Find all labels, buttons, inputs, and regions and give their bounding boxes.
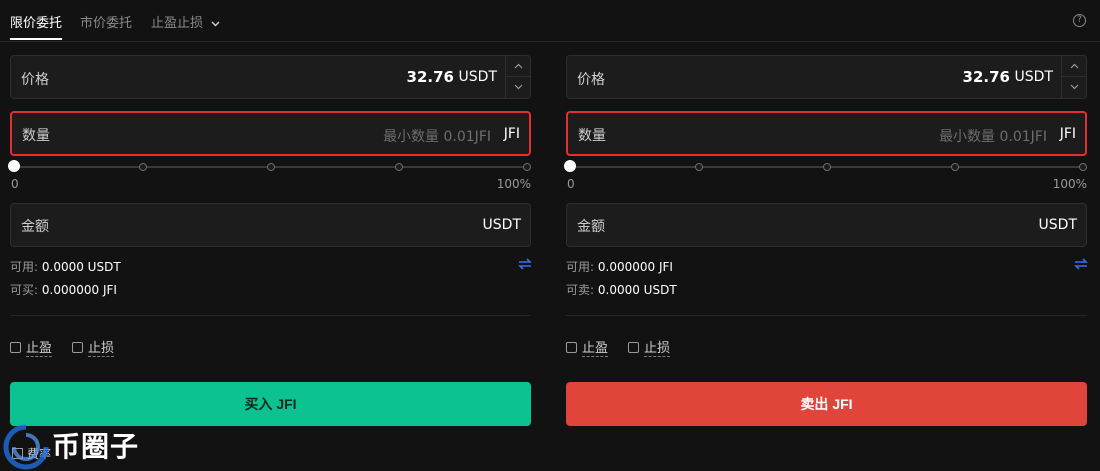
can-buy-label: 可买: [10, 283, 39, 297]
swap-icon[interactable] [518, 257, 532, 271]
slider-min-label: 0 [11, 177, 19, 191]
chevron-up-icon [1070, 63, 1078, 69]
quantity-label: 数量 [578, 128, 606, 144]
chevron-up-icon [514, 63, 522, 69]
increment-button[interactable] [1062, 56, 1086, 77]
buy-percent-slider[interactable]: 0 100% [8, 160, 531, 191]
available-label: 可用: [10, 260, 39, 274]
divider [566, 315, 1087, 316]
quantity-unit: JFI [1059, 126, 1076, 142]
stop-loss-checkbox[interactable]: 止损 [72, 337, 115, 357]
max-buyable: 可买: 0.000000 JFI [10, 281, 117, 298]
take-profit-label: 止盈 [26, 341, 53, 357]
available-label: 可用: [566, 260, 595, 274]
quantity-placeholder: 最小数量 0.01JFI [939, 129, 1047, 145]
take-profit-checkbox[interactable]: 止盈 [10, 337, 53, 357]
buy-button[interactable]: 买入 JFI [10, 382, 531, 426]
take-profit-checkbox[interactable]: 止盈 [566, 337, 609, 357]
watermark-swirl-icon [3, 424, 49, 470]
increment-button[interactable] [506, 56, 530, 77]
decrement-button[interactable] [506, 77, 530, 98]
checkbox-box[interactable] [566, 342, 577, 353]
max-sellable: 可卖: 0.0000 USDT [566, 281, 677, 298]
sell-button[interactable]: 卖出 JFI [566, 382, 1087, 426]
price-label: 价格 [21, 72, 49, 88]
sell-amount-field[interactable]: 金额 USDT [566, 203, 1087, 247]
quantity-unit: JFI [503, 126, 520, 142]
price-unit: USDT [1014, 69, 1053, 85]
available-balance: 可用: 0.000000 JFI [566, 258, 673, 275]
buy-amount-field[interactable]: 金额 USDT [10, 203, 531, 247]
watermark-text: 币圈子 [52, 430, 140, 463]
slider-mark-25[interactable] [139, 163, 147, 171]
price-value[interactable]: 32.76 [407, 68, 454, 86]
sell-percent-slider[interactable]: 0 100% [564, 160, 1087, 191]
can-sell-label: 可卖: [566, 283, 595, 297]
chevron-down-icon [1070, 84, 1078, 90]
slider-min-label: 0 [567, 177, 575, 191]
slider-mark-50[interactable] [267, 163, 275, 171]
divider [10, 315, 531, 316]
stop-loss-label: 止损 [88, 341, 115, 357]
stop-loss-checkbox[interactable]: 止损 [628, 337, 671, 357]
checkbox-box[interactable] [628, 342, 639, 353]
slider-mark-50[interactable] [823, 163, 831, 171]
sell-price-field[interactable]: 价格 32.76 USDT [566, 55, 1087, 99]
price-unit: USDT [458, 69, 497, 85]
slider-mark-75[interactable] [951, 163, 959, 171]
slider-knob[interactable] [564, 160, 576, 172]
available-value: 0.0000 USDT [41, 260, 121, 274]
checkbox-box[interactable] [10, 342, 21, 353]
available-value: 0.000000 JFI [597, 260, 673, 274]
slider-mark-100[interactable] [523, 163, 531, 171]
quantity-label: 数量 [22, 128, 50, 144]
available-balance: 可用: 0.0000 USDT [10, 258, 121, 275]
price-stepper [1061, 56, 1086, 98]
sell-panel: 价格 32.76 USDT 数量 最小数量 0.01JFI JFI 0 100%… [564, 0, 1088, 471]
can-sell-value: 0.0000 USDT [597, 283, 677, 297]
can-buy-value: 0.000000 JFI [41, 283, 117, 297]
slider-mark-75[interactable] [395, 163, 403, 171]
quantity-placeholder: 最小数量 0.01JFI [383, 129, 491, 145]
buy-price-field[interactable]: 价格 32.76 USDT [10, 55, 531, 99]
chevron-down-icon [514, 84, 522, 90]
slider-mark-25[interactable] [695, 163, 703, 171]
buy-quantity-field[interactable]: 数量 最小数量 0.01JFI JFI [10, 111, 531, 156]
price-value[interactable]: 32.76 [963, 68, 1010, 86]
buy-panel: 价格 32.76 USDT 数量 最小数量 0.01JFI JFI 0 100%… [8, 0, 532, 471]
take-profit-label: 止盈 [582, 341, 609, 357]
stop-loss-label: 止损 [644, 341, 671, 357]
price-label: 价格 [577, 72, 605, 88]
watermark-logo: 币圈子 [2, 421, 152, 471]
sell-quantity-field[interactable]: 数量 最小数量 0.01JFI JFI [566, 111, 1087, 156]
slider-mark-100[interactable] [1079, 163, 1087, 171]
amount-unit: USDT [482, 217, 521, 233]
slider-knob[interactable] [8, 160, 20, 172]
price-stepper [505, 56, 530, 98]
checkbox-box[interactable] [72, 342, 83, 353]
decrement-button[interactable] [1062, 77, 1086, 98]
amount-label: 金额 [577, 219, 605, 235]
slider-max-label: 100% [1052, 177, 1087, 191]
amount-label: 金额 [21, 219, 49, 235]
swap-icon[interactable] [1074, 257, 1088, 271]
slider-max-label: 100% [496, 177, 531, 191]
amount-unit: USDT [1038, 217, 1077, 233]
